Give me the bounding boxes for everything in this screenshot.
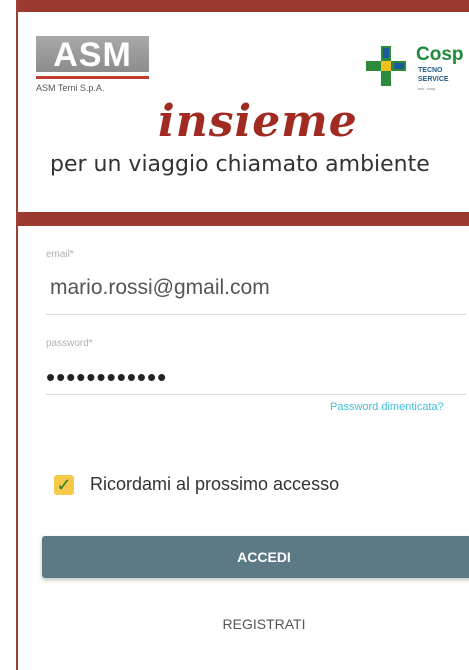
email-label: email*: [46, 249, 74, 260]
password-field-underline: [46, 394, 466, 395]
header: ASM ASM Terni S.p.A. Cosp TECNO SERVICE …: [18, 12, 469, 208]
tagline: per un viaggio chiamato ambiente: [50, 152, 430, 177]
cosp-tiny-text: soc. coop.: [418, 86, 437, 91]
email-field[interactable]: mario.rossi@gmail.com: [50, 276, 270, 300]
asm-logo-subtitle: ASM Terni S.p.A.: [36, 83, 105, 93]
header-divider: [18, 212, 469, 226]
app-title: insieme: [158, 96, 358, 147]
register-button[interactable]: REGISTRATI: [42, 604, 469, 644]
email-field-underline: [46, 314, 466, 315]
asm-logo-mark: ASM: [36, 36, 149, 74]
remember-me-checkbox[interactable]: ✓: [54, 475, 74, 495]
remember-me-label[interactable]: Ricordami al prossimo accesso: [90, 474, 339, 495]
cosp-logo: Cosp TECNO SERVICE soc. coop.: [356, 40, 469, 100]
asm-logo: ASM ASM Terni S.p.A.: [36, 36, 152, 94]
cosp-subtitle-2: SERVICE: [418, 76, 449, 83]
top-bar: [18, 0, 469, 12]
forgot-password-link[interactable]: Password dimenticata?: [330, 401, 444, 413]
cosp-cross-icon: [366, 46, 406, 86]
password-field[interactable]: ••••••••••••: [46, 362, 167, 393]
checkmark-icon: ✓: [56, 475, 72, 495]
password-label: password*: [46, 338, 93, 349]
asm-logo-underline: [36, 76, 149, 79]
login-button[interactable]: ACCEDI: [42, 536, 469, 578]
cosp-name: Cosp: [416, 44, 464, 65]
app-frame: ASM ASM Terni S.p.A. Cosp TECNO SERVICE …: [16, 0, 469, 670]
cosp-subtitle-1: TECNO: [418, 67, 443, 74]
